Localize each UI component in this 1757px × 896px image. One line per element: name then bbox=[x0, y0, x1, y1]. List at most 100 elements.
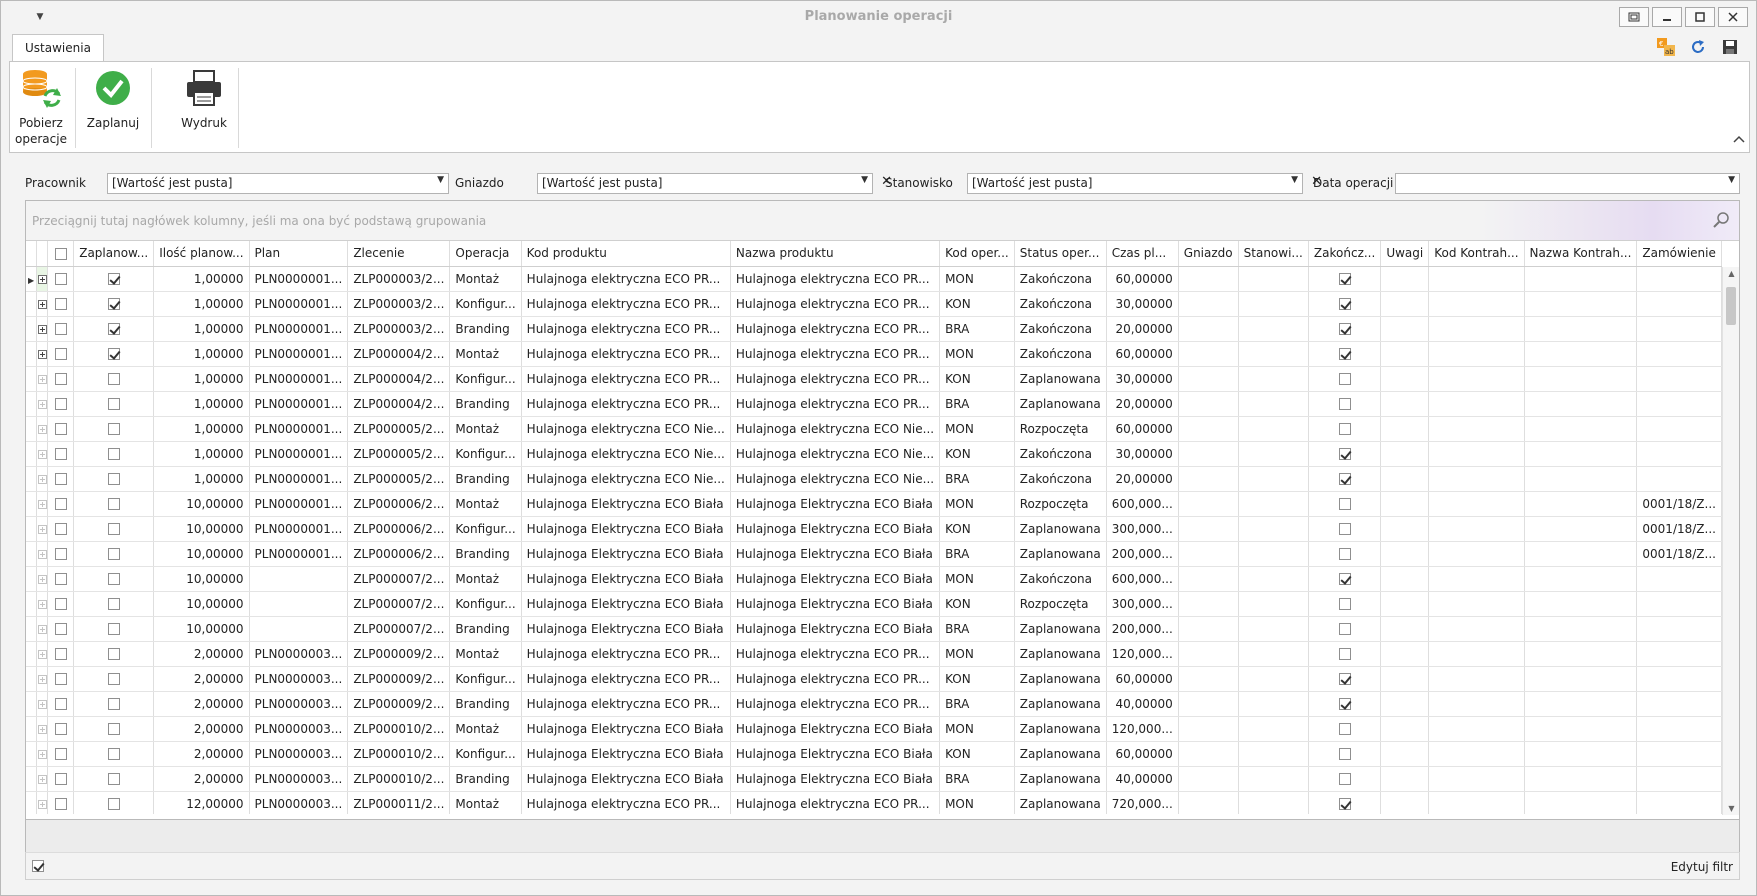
col-header[interactable]: Operacja bbox=[449, 241, 522, 267]
expand-plus-icon[interactable] bbox=[37, 474, 47, 484]
zakonczona-cell[interactable] bbox=[1308, 416, 1382, 442]
minimize-button[interactable] bbox=[1652, 7, 1682, 27]
collapse-ribbon-icon[interactable] bbox=[1733, 135, 1745, 146]
zaplanowana-cell[interactable] bbox=[73, 291, 155, 317]
refresh-icon[interactable] bbox=[1688, 37, 1708, 57]
col-header[interactable]: Kod Kontrah... bbox=[1428, 241, 1525, 267]
select-all-checkbox[interactable] bbox=[54, 247, 67, 260]
col-header[interactable]: Kod produktu bbox=[521, 241, 731, 267]
zaplanowana-cell[interactable] bbox=[73, 391, 155, 417]
table-row[interactable]: 2,00000 PLN0000003... ZLP000009/2... Montaż… bbox=[26, 641, 1722, 667]
zakonczona-checkbox[interactable] bbox=[1338, 598, 1351, 610]
expand-cell[interactable] bbox=[36, 416, 49, 442]
expand-plus-icon[interactable] bbox=[37, 424, 47, 434]
zaplanowana-cell[interactable] bbox=[73, 416, 155, 442]
zaplanowana-checkbox[interactable] bbox=[107, 723, 120, 735]
row-select-checkbox[interactable] bbox=[54, 698, 67, 710]
select-cell[interactable] bbox=[47, 416, 75, 442]
select-cell[interactable] bbox=[47, 716, 75, 742]
expand-cell[interactable] bbox=[36, 391, 49, 417]
expand-plus-icon[interactable] bbox=[37, 524, 47, 534]
zaplanowana-checkbox[interactable] bbox=[107, 798, 120, 810]
zakonczona-cell[interactable] bbox=[1308, 516, 1382, 542]
zaplanowana-cell[interactable] bbox=[73, 516, 155, 542]
gniazdo-select[interactable]: [Wartość jest pusta] ▼ ✕ bbox=[537, 173, 892, 194]
expand-cell[interactable] bbox=[36, 441, 49, 467]
select-cell[interactable] bbox=[47, 691, 75, 717]
zaplanowana-cell[interactable] bbox=[73, 466, 155, 492]
expand-cell[interactable] bbox=[36, 591, 49, 617]
row-select-checkbox[interactable] bbox=[54, 323, 67, 335]
table-row[interactable]: 10,00000 PLN0000001... ZLP000006/2... Konfi… bbox=[26, 516, 1722, 542]
table-row[interactable]: 10,00000 PLN0000001... ZLP000006/2... Monta… bbox=[26, 491, 1722, 517]
stanowisko-select[interactable]: [Wartość jest pusta] ▼ ✕ bbox=[967, 173, 1322, 194]
col-header[interactable]: Zakończ... bbox=[1308, 241, 1382, 267]
expand-plus-icon[interactable] bbox=[37, 499, 47, 509]
select-cell[interactable] bbox=[47, 766, 75, 792]
col-header[interactable]: Kod oper... bbox=[939, 241, 1015, 267]
select-cell[interactable] bbox=[47, 566, 75, 592]
select-cell[interactable] bbox=[47, 291, 75, 317]
select-cell[interactable] bbox=[47, 741, 75, 767]
row-select-checkbox[interactable] bbox=[54, 548, 67, 560]
expand-plus-icon[interactable] bbox=[37, 399, 47, 409]
zaplanowana-cell[interactable] bbox=[73, 791, 155, 814]
row-select-checkbox[interactable] bbox=[54, 673, 67, 685]
tab-ustawienia[interactable]: Ustawienia bbox=[12, 34, 104, 62]
zaplanowana-checkbox[interactable] bbox=[107, 473, 120, 485]
zakonczona-cell[interactable] bbox=[1308, 491, 1382, 517]
table-row[interactable]: 1,00000 PLN0000001... ZLP000005/2... Montaż… bbox=[26, 416, 1722, 442]
expand-plus-icon[interactable] bbox=[37, 674, 47, 684]
expand-cell[interactable] bbox=[36, 666, 49, 692]
select-all-header[interactable] bbox=[47, 241, 75, 267]
col-header[interactable]: Ilość planow... bbox=[153, 241, 250, 267]
zakonczona-cell[interactable] bbox=[1308, 391, 1382, 417]
table-row[interactable]: 12,00000 PLN0000003... ZLP000011/2... Monta… bbox=[26, 791, 1722, 814]
zakonczona-cell[interactable] bbox=[1308, 716, 1382, 742]
col-header[interactable]: Uwagi bbox=[1380, 241, 1430, 267]
zakonczona-cell[interactable] bbox=[1308, 291, 1382, 317]
select-cell[interactable] bbox=[47, 616, 75, 642]
expand-cell[interactable] bbox=[36, 641, 49, 667]
zaplanowana-cell[interactable] bbox=[73, 541, 155, 567]
select-cell[interactable] bbox=[47, 641, 75, 667]
save-icon[interactable] bbox=[1720, 37, 1740, 57]
row-select-checkbox[interactable] bbox=[54, 723, 67, 735]
expand-plus-icon[interactable] bbox=[37, 649, 47, 659]
zaplanowana-checkbox[interactable] bbox=[107, 373, 120, 385]
col-header[interactable]: Zaplanow... bbox=[73, 241, 155, 267]
row-select-checkbox[interactable] bbox=[54, 373, 67, 385]
expand-plus-icon[interactable] bbox=[37, 624, 47, 634]
zakonczona-cell[interactable] bbox=[1308, 641, 1382, 667]
zaplanowana-checkbox[interactable] bbox=[107, 673, 120, 685]
expand-cell[interactable] bbox=[36, 791, 49, 814]
pracownik-select[interactable]: [Wartość jest pusta] ▼ bbox=[107, 173, 449, 194]
group-panel[interactable]: Przeciągnij tutaj nagłówek kolumny, jeśl… bbox=[26, 201, 1739, 241]
zakonczona-cell[interactable] bbox=[1308, 691, 1382, 717]
expand-cell[interactable] bbox=[36, 266, 49, 292]
zakonczona-checkbox[interactable] bbox=[1338, 448, 1351, 460]
zaplanowana-cell[interactable] bbox=[73, 616, 155, 642]
wydruk-button[interactable]: Wydruk bbox=[164, 68, 244, 148]
zakonczona-cell[interactable] bbox=[1308, 341, 1382, 367]
zaplanowana-checkbox[interactable] bbox=[107, 298, 120, 310]
expand-plus-icon[interactable] bbox=[37, 749, 47, 759]
table-row[interactable]: 1,00000 PLN0000001... ZLP000005/2... Brandi… bbox=[26, 466, 1722, 492]
col-header[interactable]: Nazwa produktu bbox=[730, 241, 941, 267]
select-cell[interactable] bbox=[47, 391, 75, 417]
select-cell[interactable] bbox=[47, 491, 75, 517]
zaplanowana-checkbox[interactable] bbox=[107, 698, 120, 710]
zakonczona-cell[interactable] bbox=[1308, 791, 1382, 814]
zaplanowana-checkbox[interactable] bbox=[107, 773, 120, 785]
table-row[interactable]: 2,00000 PLN0000003... ZLP000010/2... Brandi… bbox=[26, 766, 1722, 792]
row-select-checkbox[interactable] bbox=[54, 298, 67, 310]
table-row[interactable]: 10,00000 PLN0000001... ZLP000006/2... Brand… bbox=[26, 541, 1722, 567]
zakonczona-checkbox[interactable] bbox=[1338, 748, 1351, 760]
zaplanowana-cell[interactable] bbox=[73, 266, 155, 292]
table-row[interactable]: 10,00000 ZLP000007/2... Branding Hulajnoga … bbox=[26, 616, 1722, 642]
select-cell[interactable] bbox=[47, 466, 75, 492]
zaplanowana-checkbox[interactable] bbox=[107, 273, 120, 285]
scroll-thumb[interactable] bbox=[1726, 287, 1736, 325]
zaplanowana-checkbox[interactable] bbox=[107, 523, 120, 535]
col-header[interactable]: Nazwa Kontrah... bbox=[1524, 241, 1638, 267]
